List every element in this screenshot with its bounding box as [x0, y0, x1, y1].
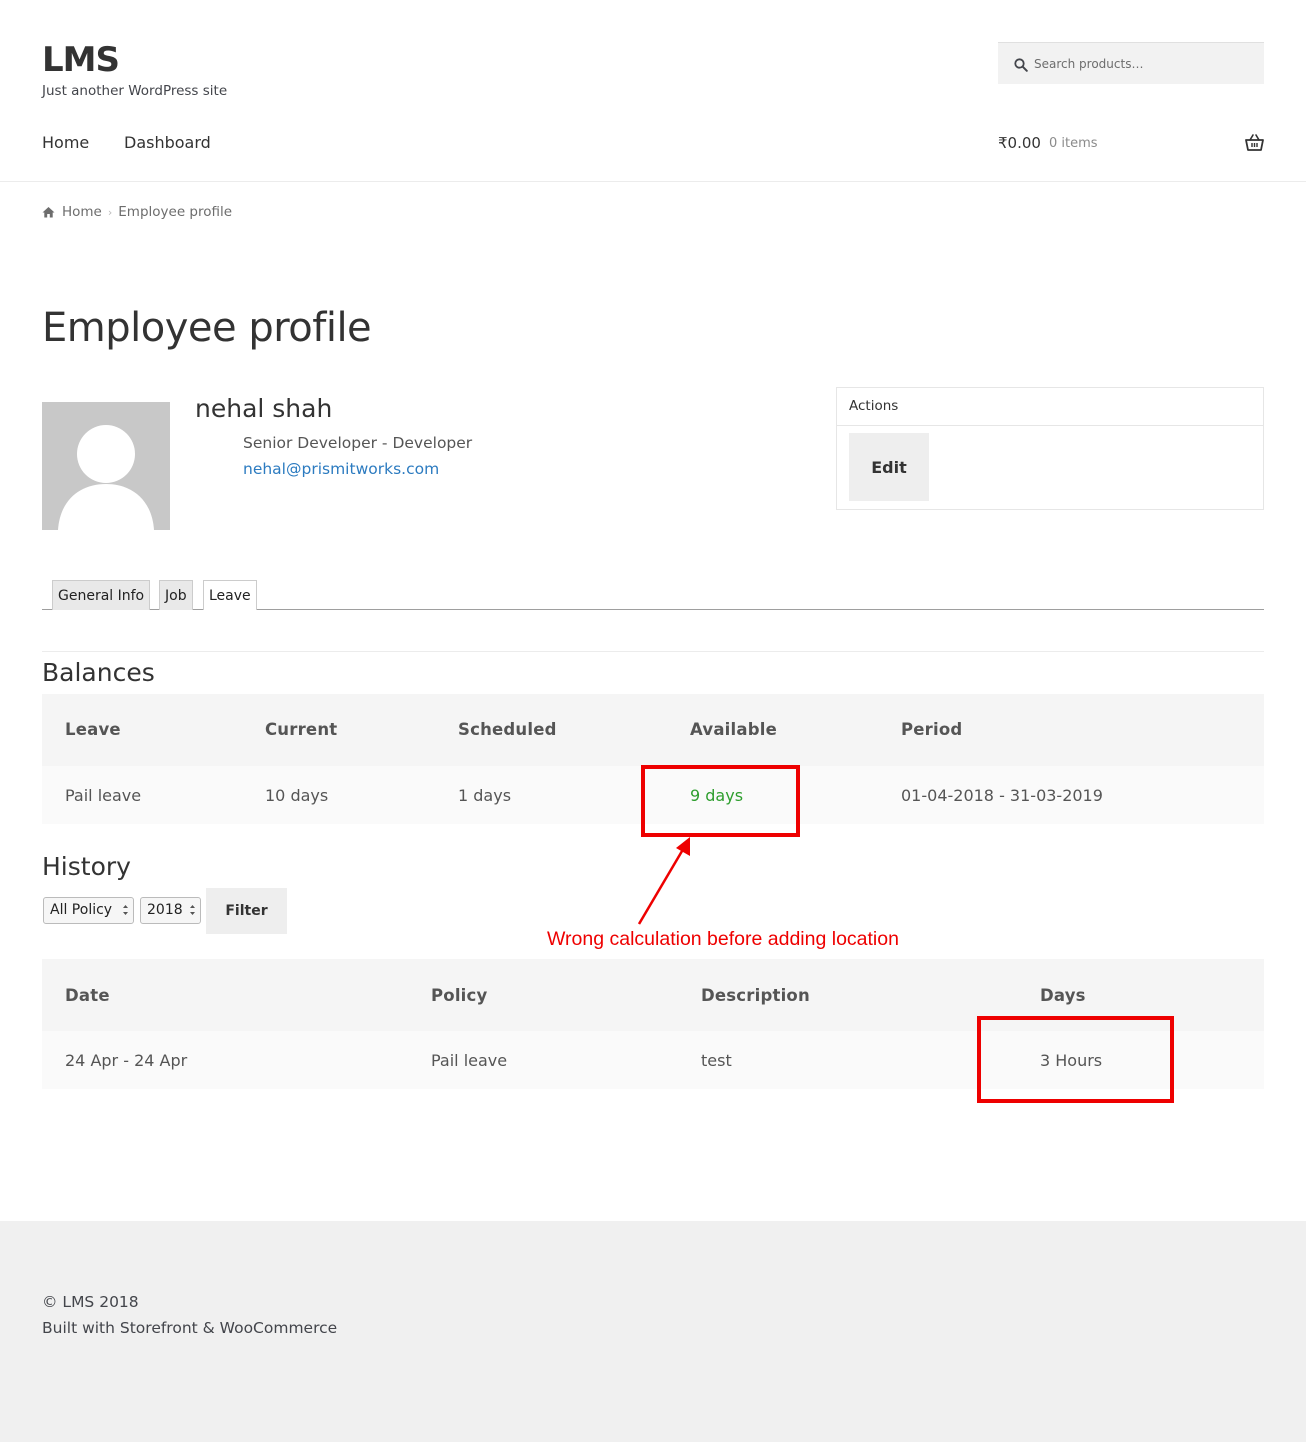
column-header: Current — [265, 720, 338, 739]
column-header: Period — [901, 720, 963, 739]
policy-select[interactable]: All Policy — [43, 897, 134, 924]
filter-button[interactable]: Filter — [206, 888, 287, 934]
select-arrows-icon — [123, 905, 128, 915]
annotation-text: Wrong calculation before adding location — [547, 928, 899, 950]
cell-date: 24 Apr - 24 Apr — [65, 1051, 188, 1070]
column-header: Scheduled — [458, 720, 557, 739]
cart-amount[interactable]: ₹0.00 — [998, 134, 1041, 152]
breadcrumb-current: Employee profile — [118, 204, 233, 220]
search-input[interactable] — [1034, 43, 1258, 85]
policy-select-value: All Policy — [50, 902, 113, 918]
cell-leave: Pail leave — [65, 786, 142, 805]
avatar — [42, 402, 170, 530]
year-select-value: 2018 — [147, 902, 183, 918]
column-header: Leave — [65, 720, 121, 739]
history-title: History — [42, 852, 131, 881]
header-divider — [0, 181, 1306, 182]
cell-description: test — [701, 1051, 732, 1070]
select-arrows-icon — [190, 905, 195, 915]
column-header: Date — [65, 986, 110, 1005]
column-header: Policy — [431, 986, 488, 1005]
cell-period: 01-04-2018 - 31-03-2019 — [901, 786, 1103, 805]
nav-item-dashboard[interactable]: Dashboard — [124, 133, 211, 152]
basket-icon[interactable] — [1245, 134, 1264, 151]
column-header: Available — [690, 720, 777, 739]
tab-leave[interactable]: Leave — [203, 580, 257, 610]
year-select[interactable]: 2018 — [140, 897, 201, 924]
breadcrumb: Home › Employee profile — [42, 204, 232, 220]
annotation-box-days — [977, 1016, 1174, 1103]
footer: © LMS 2018 Built with Storefront & WooCo… — [0, 1221, 1306, 1442]
cell-current: 10 days — [265, 786, 329, 805]
annotation-arrow-icon — [637, 837, 690, 925]
breadcrumb-home[interactable]: Home — [62, 204, 102, 220]
cell-scheduled: 1 days — [458, 786, 512, 805]
balances-title: Balances — [42, 658, 155, 687]
profile-role: Senior Developer - Developer — [243, 434, 473, 452]
profile-email-link[interactable]: nehal@prismitworks.com — [243, 460, 439, 478]
search-box — [998, 42, 1264, 85]
footer-credit[interactable]: Built with Storefront & WooCommerce — [42, 1319, 337, 1337]
breadcrumb-separator: › — [107, 205, 113, 219]
footer-copyright: © LMS 2018 — [42, 1293, 139, 1311]
home-icon — [42, 207, 55, 218]
site-title[interactable]: LMS — [42, 40, 120, 80]
edit-button[interactable]: Edit — [849, 433, 929, 501]
profile-name: nehal shah — [195, 394, 333, 423]
actions-title: Actions — [849, 398, 899, 414]
actions-divider — [837, 425, 1263, 426]
actions-panel: Actions Edit — [836, 387, 1264, 510]
site-description: Just another WordPress site — [42, 83, 228, 99]
column-header: Description — [701, 986, 810, 1005]
cart-count[interactable]: 0 items — [1049, 136, 1098, 151]
column-header: Days — [1040, 986, 1086, 1005]
balances-table-header: Leave Current Scheduled Available Period — [42, 694, 1264, 766]
tab-job[interactable]: Job — [159, 580, 193, 610]
tab-general-info[interactable]: General Info — [52, 580, 151, 610]
cell-policy: Pail leave — [431, 1051, 508, 1070]
page-title: Employee profile — [42, 305, 372, 351]
annotation-box-available — [641, 765, 800, 837]
search-icon — [1014, 58, 1028, 72]
nav-item-home[interactable]: Home — [42, 133, 89, 152]
section-divider — [42, 651, 1264, 652]
avatar-silhouette-icon — [58, 425, 154, 530]
